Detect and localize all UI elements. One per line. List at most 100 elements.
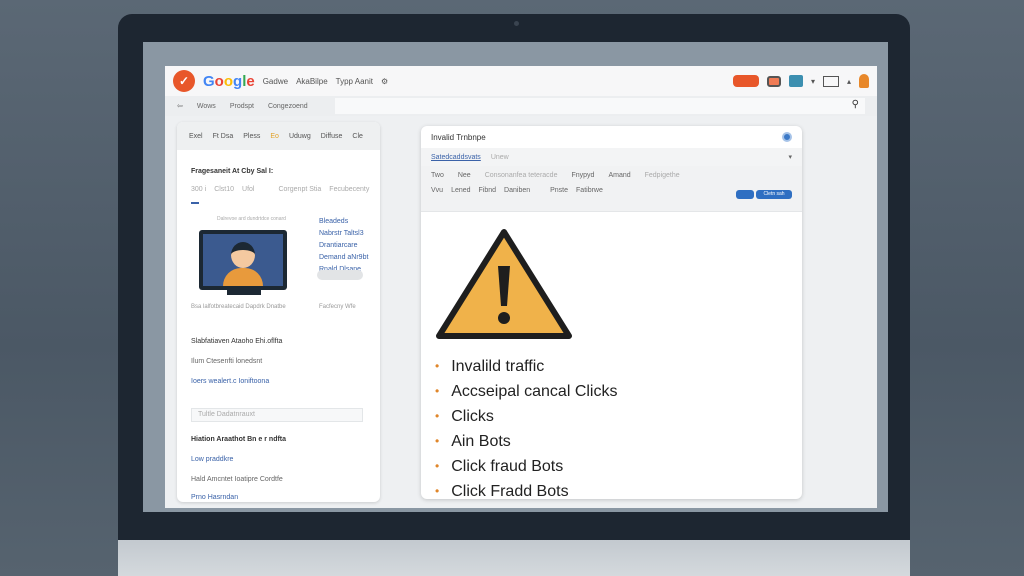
subtab[interactable]: Fecubecenty — [329, 186, 369, 193]
filter-option[interactable]: Daniben — [504, 187, 530, 194]
nav-bar: ⇦ Wows Prodspt Congezoend ⚲ — [165, 96, 877, 116]
monitor-stand — [227, 290, 261, 295]
list-item-text: Clicks — [451, 408, 494, 425]
filter-label: Nee — [457, 172, 471, 179]
menu-item[interactable]: AkaBilpe — [296, 77, 328, 86]
filter-option[interactable]: Fatibrwe — [576, 187, 603, 194]
filter-option[interactable]: Vvu — [431, 187, 443, 194]
side-links: Bleadeds Nabrstr Taltsl3 Drantiarcare De… — [319, 216, 368, 276]
side-link[interactable]: Nabrstr Taltsl3 — [319, 228, 368, 240]
list-item-text: Invalild traffic — [451, 358, 545, 375]
back-icon[interactable]: ⇦ — [177, 102, 183, 110]
tab[interactable]: Diffuse — [321, 133, 343, 140]
text-input[interactable]: Tultle Dadatnrauxt — [191, 408, 363, 422]
filter-option[interactable]: Lened — [451, 187, 470, 194]
card-title: Invalid Trnbnpe — [431, 132, 486, 142]
filter-option[interactable]: Pnste — [550, 187, 568, 194]
minus-button[interactable] — [736, 190, 754, 199]
section-heading: Hiation Araathot Bn e r ndfta — [191, 436, 287, 443]
left-tabs: Exel Ft Dsa Pless Eo Uduwg Diffuse Cle — [177, 122, 380, 150]
logo-letter: o — [223, 72, 234, 90]
settings-icon[interactable]: ⚙ — [381, 77, 388, 86]
menu-item[interactable]: Gadwe — [263, 77, 288, 86]
tab[interactable]: Pless — [243, 133, 260, 140]
info-icon[interactable] — [782, 132, 792, 142]
side-link[interactable]: Drantiarcare — [319, 240, 368, 252]
chevron-down-icon[interactable]: ▾ — [811, 77, 815, 86]
user-avatar-icon[interactable] — [859, 74, 869, 88]
search-input[interactable]: ⚲ — [335, 98, 865, 114]
side-link[interactable]: Bleadeds — [319, 216, 368, 228]
filter-bar: Two Nee Consonanfea teteracde Fnypyd Ama… — [421, 166, 802, 212]
menu-item[interactable]: Typp Aanit — [336, 77, 373, 86]
grey-button[interactable] — [317, 270, 363, 280]
warning-icon — [436, 229, 572, 339]
left-panel: Exel Ft Dsa Pless Eo Uduwg Diffuse Cle F… — [177, 122, 380, 502]
subtab[interactable]: Corgenpt Stia — [278, 186, 321, 193]
info-line: Slabfatiaven Ataoho Ehi.oflfta — [191, 338, 283, 345]
filter-option[interactable]: Fibnd — [479, 187, 497, 194]
list-item: • Invalild traffic — [435, 354, 617, 379]
filter-label: Consonanfea teteracde — [484, 172, 558, 179]
list-item-text: Ain Bots — [451, 433, 511, 450]
apps-icon[interactable] — [788, 75, 803, 87]
info-link[interactable]: Low praddkre — [191, 456, 233, 463]
subtab[interactable]: Ufol — [242, 186, 254, 193]
laptop-base — [118, 540, 910, 576]
tab[interactable]: Ft Dsa — [213, 133, 234, 140]
logo-letter: G — [203, 72, 215, 90]
webcam — [514, 21, 519, 26]
monitor-illustration — [199, 230, 287, 290]
info-link[interactable]: Ioers wealert.c Ioniftoona — [191, 378, 269, 385]
info-line: Ilum Ctesenfti lonedsnt — [191, 358, 263, 365]
tab-active[interactable]: Eo — [270, 133, 279, 140]
list-item-text: Accseipal cancal Clicks — [451, 383, 618, 400]
subtab-indicator — [191, 202, 199, 204]
google-logo: Google — [203, 73, 255, 90]
subtab[interactable]: 300 i — [191, 186, 206, 193]
caption: Bsa lalfotbreatecaid Dapdrk Dnatbe — [191, 304, 286, 310]
tab[interactable]: Uduwg — [289, 133, 311, 140]
side-link[interactable]: Demand aNr9bt — [319, 252, 368, 264]
notification-button[interactable] — [732, 75, 759, 87]
filter-label: Fedpigethe — [644, 172, 680, 179]
reason-list: • Invalild traffic • Accseipal cancal Clic… — [435, 354, 617, 499]
window-icon[interactable] — [822, 75, 839, 87]
nav-item[interactable]: Prodspt — [230, 103, 254, 110]
list-item: • Click Fradd Bots — [435, 479, 617, 499]
tab[interactable]: Exel — [189, 133, 203, 140]
list-item: • Ain Bots — [435, 429, 617, 454]
list-item-text: Click Fradd Bots — [451, 483, 569, 499]
filter-label: Amand — [608, 172, 631, 179]
logo-letter: e — [246, 72, 255, 90]
card-subtext: Unew — [490, 153, 509, 161]
info-link[interactable]: Prno Hasrndan — [191, 494, 238, 501]
app-logo-icon[interactable]: ✓ — [173, 70, 195, 92]
nav-item[interactable]: Congezoend — [268, 103, 308, 110]
chevron-down-icon[interactable]: ▾ — [788, 153, 792, 161]
browser-window: ✓ Google Gadwe AkaBilpe Typp Aanit ⚙ ▾ ▴… — [165, 66, 877, 508]
subtabs: 300 i Clst10 Ufol Corgenpt Stia Fecubece… — [191, 186, 369, 193]
search-icon[interactable]: ⚲ — [852, 99, 859, 110]
card-link[interactable]: Satedcaddsvats — [431, 154, 481, 161]
caption: Facfecny Wfe — [319, 304, 356, 310]
filter-label: Two — [431, 172, 444, 179]
list-item: • Accseipal cancal Clicks — [435, 379, 617, 404]
tab[interactable]: Cle — [352, 133, 363, 140]
filter-label: Fnypyd — [571, 172, 595, 179]
primary-button[interactable]: Cletn sah — [756, 190, 792, 199]
list-item-text: Click fraud Bots — [451, 458, 564, 475]
panel-heading: Fragesaneit At Cby Sal I: — [191, 168, 274, 175]
list-item: • Clicks — [435, 404, 617, 429]
info-line: Hald Amcntet Ioatipre Cordtfe — [191, 476, 283, 483]
logo-letter: g — [233, 72, 243, 90]
logo-letter: o — [214, 72, 224, 90]
top-bar: ✓ Google Gadwe AkaBilpe Typp Aanit ⚙ ▾ ▴ — [165, 66, 877, 96]
nav-item[interactable]: Wows — [197, 103, 216, 110]
chevron-up-icon[interactable]: ▴ — [847, 77, 851, 86]
invalid-traffic-card: Invalid Trnbnpe Satedcaddsvats Unew ▾ Two … — [421, 126, 802, 499]
caption: Dalrevoe ard dundrtdce conard — [217, 216, 286, 222]
chat-icon[interactable] — [766, 75, 781, 87]
subtab[interactable]: Clst10 — [214, 186, 234, 193]
list-item: • Click fraud Bots — [435, 454, 617, 479]
